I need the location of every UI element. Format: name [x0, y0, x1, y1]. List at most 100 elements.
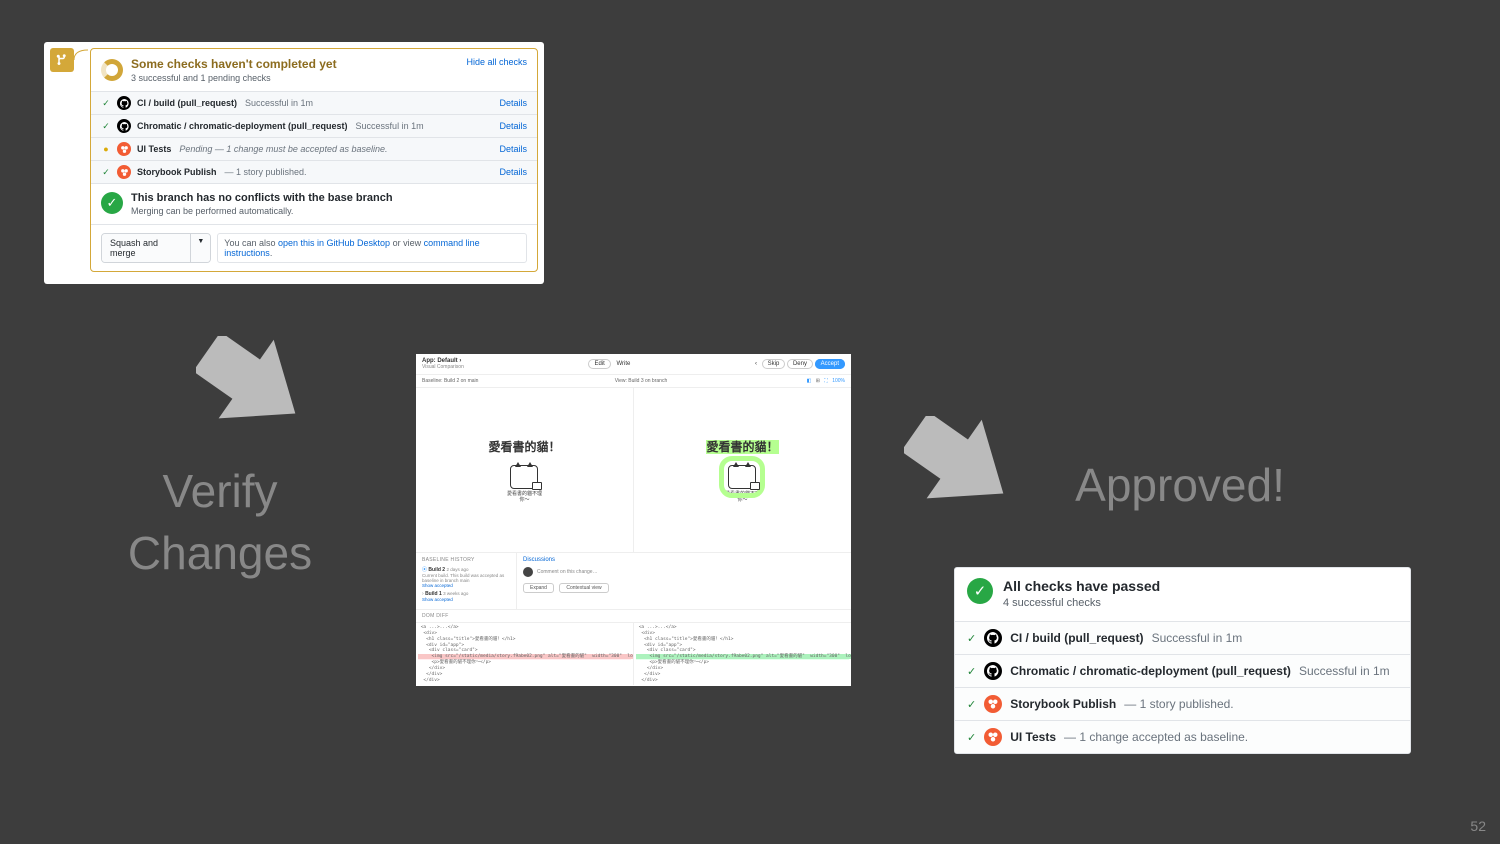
connector-line: [74, 48, 90, 272]
chromatic-icon: [984, 695, 1002, 713]
show-accepted-link[interactable]: Show accepted: [422, 583, 510, 588]
check-row: ✓ UI Tests — 1 change accepted as baseli…: [955, 721, 1410, 753]
check-row: ✓ Storybook Publish — 1 story published.: [955, 688, 1410, 721]
verify-line1: Verify: [128, 460, 312, 522]
user-avatar: [523, 567, 533, 577]
check-meta: — 1 story published.: [225, 167, 307, 177]
change-column: 愛看書的貓！ 愛看書的貓不理 你～: [633, 388, 851, 552]
merge-button-label: Squash and merge: [102, 234, 190, 262]
discussions-tab[interactable]: Discussions: [523, 557, 845, 563]
arrow-icon: [904, 416, 1024, 521]
no-conflicts-title: This branch has no conflicts with the ba…: [131, 192, 393, 204]
details-link[interactable]: Details: [499, 98, 527, 108]
check-meta: Pending — 1 change must be accepted as b…: [179, 144, 387, 154]
checks-subtitle: 3 successful and 1 pending checks: [131, 73, 458, 83]
chromatic-icon: [117, 165, 131, 179]
arrow-icon: [196, 336, 316, 441]
dom-diff: <a ...>...</a> <div> <h1 class="title">愛…: [416, 623, 851, 685]
contextual-view-button[interactable]: Contextual view: [559, 583, 608, 593]
accept-pill[interactable]: Accept: [815, 359, 845, 369]
write-label: Write: [616, 361, 630, 367]
check-mark-icon: ✓: [967, 698, 976, 711]
story-heading: 愛看書的貓！: [488, 438, 560, 455]
chromatic-icon: [117, 142, 131, 156]
diff-before: <a ...>...</a> <div> <h1 class="title">愛…: [416, 623, 633, 685]
deny-pill[interactable]: Deny: [787, 359, 813, 369]
open-github-desktop-link[interactable]: open this in GitHub Desktop: [278, 238, 390, 248]
expand-icon[interactable]: ⛶: [824, 378, 828, 384]
check-row: ✓ CI / build (pull_request) Successful i…: [955, 622, 1410, 655]
check-name: Chromatic / chromatic-deployment (pull_r…: [137, 121, 348, 131]
checks-list: ✓ CI / build (pull_request) Successful i…: [91, 92, 537, 184]
verify-changes-label: Verify Changes: [128, 460, 312, 584]
approved-label: Approved!: [1075, 458, 1285, 512]
check-name: Storybook Publish: [1010, 697, 1116, 711]
baseline-history-header: BASELINE HISTORY: [422, 557, 510, 563]
build-entry: › Build 1 3 weeks ago Show accepted: [422, 591, 510, 602]
check-name: UI Tests: [137, 144, 171, 154]
app-subtitle: Visual Comparison: [422, 364, 464, 370]
chevron-down-icon[interactable]: ▼: [190, 234, 210, 262]
baseline-column: 愛看書的貓！ 愛看書的貓不理 你～: [416, 388, 633, 552]
cat-illustration-highlighted: 愛看書的貓不理 你～: [725, 465, 760, 503]
check-row: ✓ Storybook Publish — 1 story published.…: [91, 161, 537, 184]
zoom-level: 100%: [832, 378, 845, 384]
build-date: 3 weeks ago: [443, 591, 468, 596]
check-meta: — 1 story published.: [1124, 697, 1233, 711]
baseline-history: BASELINE HISTORY ⦿ Build 2 2 days ago Cu…: [416, 553, 516, 609]
dom-diff-header: DOM DIFF: [416, 609, 851, 623]
details-link[interactable]: Details: [499, 144, 527, 154]
show-accepted-link[interactable]: Show accepted: [422, 597, 510, 602]
github-icon: [117, 119, 131, 133]
all-passed-subtitle: 4 successful checks: [1003, 597, 1160, 609]
check-name: CI / build (pull_request): [137, 98, 237, 108]
toggle-icon[interactable]: ◧: [807, 378, 812, 384]
comment-input[interactable]: Comment on this change…: [523, 567, 845, 577]
expand-button[interactable]: Expand: [523, 583, 554, 593]
action-pills: ‹ Skip Deny Accept: [755, 361, 845, 367]
story-heading-highlighted: 愛看書的貓！: [706, 438, 778, 455]
check-row: ✓ Chromatic / chromatic-deployment (pull…: [91, 115, 537, 138]
check-meta: Successful in 1m: [1299, 664, 1390, 678]
pending-dot-icon: ●: [101, 144, 111, 154]
git-branch-icon: [50, 48, 74, 72]
check-row: ✓ Chromatic / chromatic-deployment (pull…: [955, 655, 1410, 688]
cat-caption: 你～: [507, 497, 542, 503]
chromatic-diff-panel: App: Default › Visual Comparison Edit Wr…: [416, 354, 851, 686]
check-meta: Successful in 1m: [245, 98, 313, 108]
build-entry: ⦿ Build 2 2 days ago Current build. This…: [422, 566, 510, 588]
merge-hint-text: You can also: [224, 238, 278, 248]
check-row: ✓ CI / build (pull_request) Successful i…: [91, 92, 537, 115]
check-name: Storybook Publish: [137, 167, 217, 177]
github-icon: [984, 629, 1002, 647]
verify-line2: Changes: [128, 522, 312, 584]
check-row: ● UI Tests Pending — 1 change must be ac…: [91, 138, 537, 161]
check-mark-icon: ✓: [967, 632, 976, 645]
github-icon: [984, 662, 1002, 680]
merge-hint-text: .: [270, 248, 273, 258]
merge-hint-text: or view: [390, 238, 424, 248]
zoom-icon[interactable]: ⊞: [816, 378, 820, 384]
merge-section: Squash and merge ▼ You can also open thi…: [91, 225, 537, 271]
cat-caption: 愛看書的貓不理: [507, 491, 542, 497]
check-meta: Successful in 1m: [356, 121, 424, 131]
check-mark-icon: ✓: [967, 665, 976, 678]
github-icon: [117, 96, 131, 110]
checks-box: Some checks haven't completed yet 3 succ…: [90, 48, 538, 272]
edit-pill[interactable]: Edit: [588, 359, 610, 369]
hide-all-checks-link[interactable]: Hide all checks: [466, 57, 527, 83]
details-link[interactable]: Details: [499, 121, 527, 131]
baseline-label: Baseline: Build 2 on main: [422, 378, 478, 384]
checks-title: Some checks haven't completed yet: [131, 57, 458, 71]
check-meta: — 1 change accepted as baseline.: [1064, 730, 1248, 744]
cat-illustration: 愛看書的貓不理 你～: [507, 465, 542, 503]
diff-after: <a ...>...</a> <div> <h1 class="title">愛…: [633, 623, 851, 685]
chromatic-icon: [984, 728, 1002, 746]
pr-checks-pending-panel: Some checks haven't completed yet 3 succ…: [44, 42, 544, 284]
story-title: App: Default › Visual Comparison: [422, 358, 464, 370]
skip-pill[interactable]: Skip: [762, 359, 786, 369]
details-link[interactable]: Details: [499, 167, 527, 177]
spinner-icon: [101, 59, 123, 81]
comment-placeholder: Comment on this change…: [537, 569, 598, 575]
squash-and-merge-button[interactable]: Squash and merge ▼: [101, 233, 211, 263]
